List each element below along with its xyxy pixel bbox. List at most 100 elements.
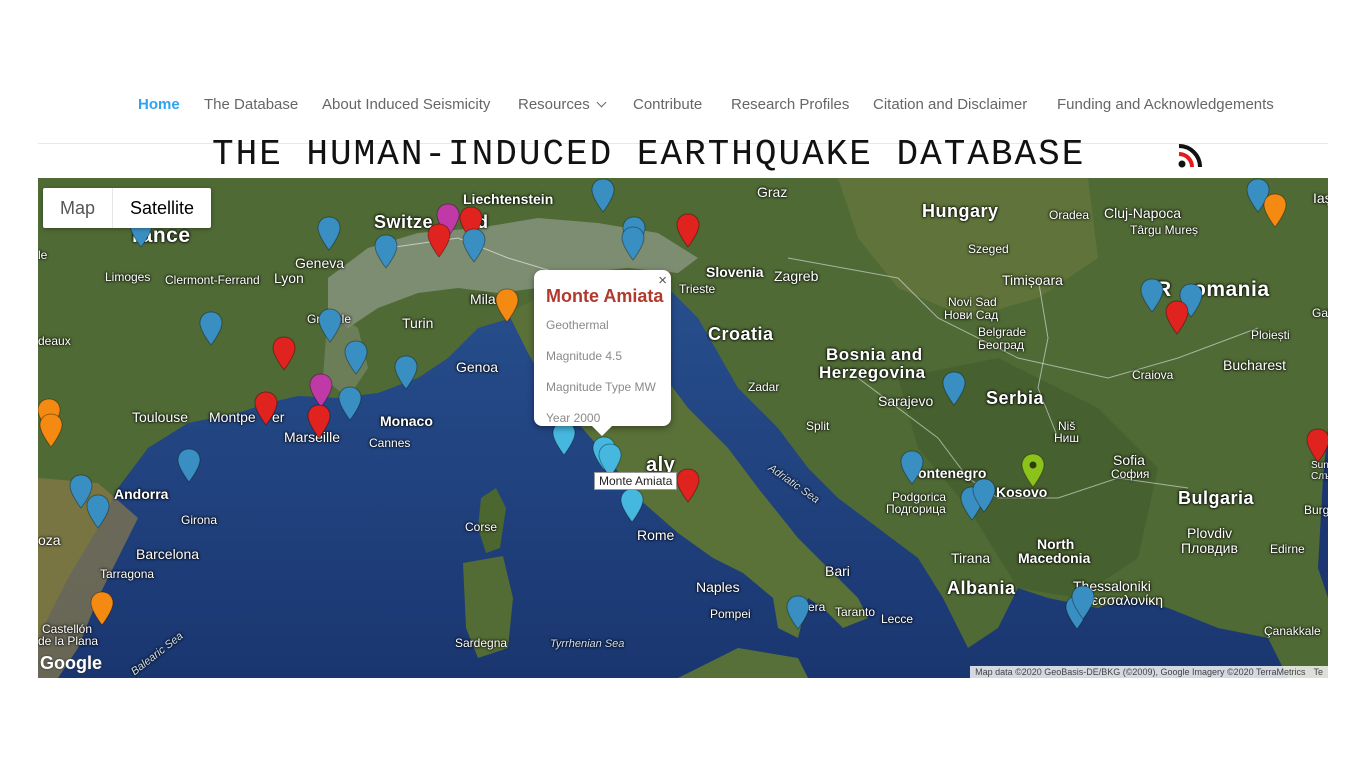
- label-taranto: Taranto: [835, 605, 876, 619]
- label-sunny-cyr: Слънч: [1311, 471, 1328, 482]
- map-pin-icon: [1140, 278, 1164, 313]
- earthquake-marker-orange[interactable]: [38, 413, 64, 449]
- earthquake-marker-red[interactable]: [675, 468, 701, 504]
- map-pin-icon: [177, 448, 201, 483]
- earthquake-marker-blue[interactable]: [337, 386, 363, 422]
- nav-citation-and-disclaimer[interactable]: Citation and Disclaimer: [873, 96, 1027, 113]
- label-sardegna: Sardegna: [455, 636, 508, 650]
- earthquake-marker-orange[interactable]: [89, 591, 115, 627]
- label-novi-sad: Novi Sad: [948, 295, 997, 309]
- label-plovdiv-cyr: Пловдив: [1181, 540, 1238, 556]
- nav-research-profiles[interactable]: Research Profiles: [731, 96, 849, 113]
- map-pin-icon: [786, 595, 810, 630]
- earthquake-map[interactable]: rance Switze d Liechtenstein Graz Hungar…: [38, 178, 1328, 678]
- label-la-plana: de la Plana: [38, 634, 99, 648]
- label-slovenia: Slovenia: [706, 264, 764, 280]
- earthquake-marker-red[interactable]: [271, 336, 297, 372]
- map-pin-icon: [1306, 428, 1328, 463]
- map-pin-icon: [900, 450, 924, 485]
- label-bordeaux: deaux: [38, 334, 71, 348]
- map-pin-icon: [427, 223, 451, 258]
- earthquake-marker-red[interactable]: [675, 213, 701, 249]
- nav-home[interactable]: Home: [138, 96, 180, 113]
- map-pin-icon: [972, 478, 996, 513]
- earthquake-marker-blue[interactable]: [1139, 278, 1165, 314]
- nav-about-induced-seismicity[interactable]: About Induced Seismicity: [322, 96, 490, 113]
- map-pin-icon: [344, 340, 368, 375]
- earthquake-marker-blue[interactable]: [176, 448, 202, 484]
- label-clermont: Clermont-Ferrand: [165, 273, 260, 287]
- label-sofia-cyr: София: [1111, 467, 1150, 481]
- map-pin-icon: [591, 178, 615, 213]
- label-serbia: Serbia: [986, 388, 1045, 408]
- map-type-satellite-button[interactable]: Satellite: [113, 188, 211, 228]
- label-podgorica-cyr: Подгорица: [886, 502, 946, 516]
- nav-contribute[interactable]: Contribute: [633, 96, 702, 113]
- earthquake-marker-orange[interactable]: [494, 288, 520, 324]
- label-romania: omania: [1193, 278, 1270, 301]
- label-cannes: Cannes: [369, 436, 411, 450]
- map-pin-icon: [495, 288, 519, 323]
- earthquake-marker-red[interactable]: [1305, 428, 1328, 464]
- map-pin-icon: [254, 391, 278, 426]
- earthquake-marker-cyan[interactable]: [619, 488, 645, 524]
- map-pin-icon: [676, 213, 700, 248]
- map-pin-icon: [462, 228, 486, 263]
- earthquake-marker-blue[interactable]: [198, 311, 224, 347]
- label-montpellier: Montpe: [209, 409, 256, 425]
- info-window: × Monte Amiata Geothermal Magnitude 4.5 …: [534, 270, 671, 436]
- earthquake-marker-blue[interactable]: [590, 178, 616, 214]
- label-trieste: Trieste: [679, 282, 716, 296]
- map-pin-icon: [272, 336, 296, 371]
- nav-funding-and-acknowledgements[interactable]: Funding and Acknowledgements: [1057, 96, 1274, 113]
- google-logo: Google: [40, 653, 102, 673]
- label-timisoara: Timișoara: [1002, 272, 1063, 288]
- label-edirne: Edirne: [1270, 542, 1305, 556]
- map-pin-icon: [199, 311, 223, 346]
- earthquake-marker-blue[interactable]: [393, 355, 419, 391]
- earthquake-marker-blue[interactable]: [971, 478, 997, 514]
- earthquake-marker-green[interactable]: [1020, 453, 1046, 489]
- map-pin-icon: [1165, 300, 1189, 335]
- label-croatia: Croatia: [708, 324, 774, 344]
- earthquake-marker-blue[interactable]: [461, 228, 487, 264]
- nav-the-database[interactable]: The Database: [204, 96, 298, 113]
- map-type-control: Map Satellite: [43, 188, 212, 228]
- label-belgrade: Belgrade: [978, 325, 1027, 339]
- label-lyon: Lyon: [274, 270, 304, 286]
- map-pin-icon: [86, 494, 110, 529]
- label-liechtenstein: Liechtenstein: [463, 191, 554, 207]
- earthquake-marker-red[interactable]: [426, 223, 452, 259]
- earthquake-marker-orange[interactable]: [1262, 193, 1288, 229]
- earthquake-marker-blue[interactable]: [941, 371, 967, 407]
- earthquake-marker-blue[interactable]: [85, 494, 111, 530]
- label-herzegovina: Herzegovina: [819, 363, 926, 382]
- earthquake-marker-blue[interactable]: [785, 595, 811, 631]
- nav-resources[interactable]: Resources: [518, 96, 607, 113]
- earthquake-marker-blue[interactable]: [343, 340, 369, 376]
- earthquake-marker-blue[interactable]: [373, 234, 399, 270]
- earthquake-marker-cyan[interactable]: [551, 421, 577, 457]
- rss-feed-icon[interactable]: [1177, 141, 1205, 169]
- map-attribution[interactable]: Map data ©2020 GeoBasis-DE/BKG (©2009), …: [970, 666, 1328, 678]
- info-year: Year 2000: [546, 411, 601, 425]
- map-pin-icon: [676, 468, 700, 503]
- map-type-map-button[interactable]: Map: [43, 188, 114, 228]
- earthquake-marker-red[interactable]: [253, 391, 279, 427]
- label-albania: Albania: [947, 578, 1016, 598]
- terms-link[interactable]: Te: [1313, 667, 1323, 677]
- label-gal: Gal: [1312, 306, 1328, 320]
- earthquake-marker-red[interactable]: [306, 404, 332, 440]
- label-rome: Rome: [637, 527, 675, 543]
- label-canakkale: Çanakkale: [1264, 624, 1321, 638]
- info-magnitude: Magnitude 4.5: [546, 349, 623, 363]
- earthquake-marker-red[interactable]: [1164, 300, 1190, 336]
- label-craiova: Craiova: [1132, 368, 1174, 382]
- earthquake-marker-blue[interactable]: [317, 308, 343, 344]
- earthquake-marker-blue[interactable]: [1070, 585, 1096, 621]
- earthquake-marker-blue[interactable]: [620, 226, 646, 262]
- label-naples: Naples: [696, 579, 740, 595]
- earthquake-marker-blue[interactable]: [899, 450, 925, 486]
- label-turin: Turin: [402, 315, 434, 331]
- earthquake-marker-blue[interactable]: [316, 216, 342, 252]
